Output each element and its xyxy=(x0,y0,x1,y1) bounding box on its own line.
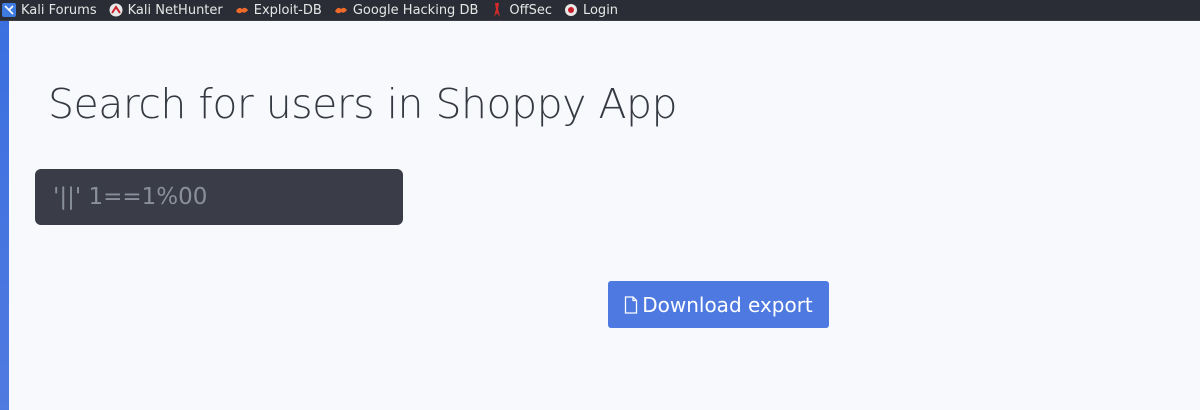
offsec-icon xyxy=(490,3,504,17)
bookmark-login[interactable]: Login xyxy=(564,0,618,20)
bookmark-label: Kali Forums xyxy=(21,2,97,18)
kali-dragon-icon xyxy=(2,3,16,17)
bookmark-label: Google Hacking DB xyxy=(352,2,479,18)
bookmark-offsec[interactable]: OffSec xyxy=(490,0,552,20)
search-input[interactable] xyxy=(35,169,403,225)
bookmark-label: Kali NetHunter xyxy=(127,2,223,18)
bookmark-kali-nethunter[interactable]: Kali NetHunter xyxy=(109,0,223,20)
exploit-db-icon xyxy=(235,3,249,17)
left-accent-bar xyxy=(0,21,9,410)
bookmark-label: Exploit-DB xyxy=(253,2,322,18)
exploit-db-icon xyxy=(334,3,348,17)
nethunter-icon xyxy=(109,3,123,17)
bookmark-label: OffSec xyxy=(509,2,552,18)
bookmark-kali-forums[interactable]: Kali Forums xyxy=(2,0,97,20)
download-export-label: Download export xyxy=(642,292,813,317)
download-export-button[interactable]: Download export xyxy=(608,281,829,328)
bookmark-google-hacking-db[interactable]: Google Hacking DB xyxy=(334,0,479,20)
page-title: Search for users in Shoppy App xyxy=(48,80,678,128)
file-icon xyxy=(624,295,638,314)
bookmark-label: Login xyxy=(582,2,619,18)
bookmarks-bar: Kali Forums Kali NetHunter Exploit-DB Go… xyxy=(0,0,1200,21)
bookmark-exploit-db[interactable]: Exploit-DB xyxy=(235,0,322,20)
login-icon xyxy=(564,3,578,17)
